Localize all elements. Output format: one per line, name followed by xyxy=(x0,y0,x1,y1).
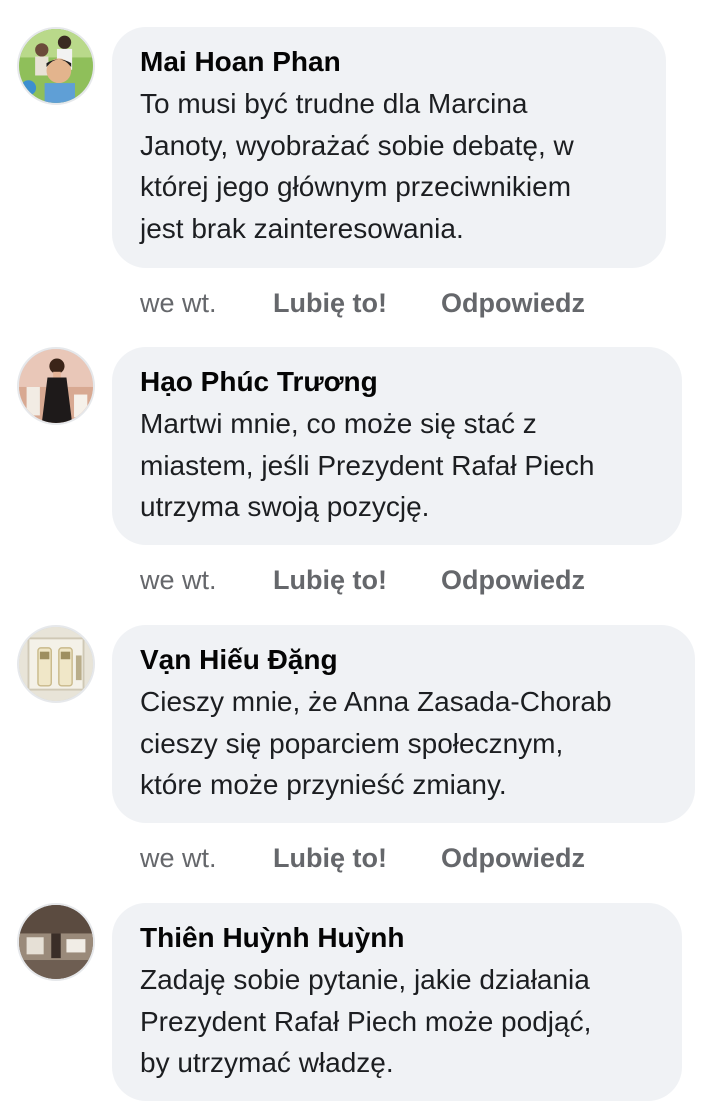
comment-text: To musi być trudne dla Marcina Janoty, w… xyxy=(140,83,646,249)
like-button[interactable]: Lubię to! xyxy=(273,560,441,600)
comment-timestamp[interactable]: we wt. xyxy=(140,560,273,600)
avatar-icon[interactable] xyxy=(17,347,95,425)
comment-timestamp[interactable]: we wt. xyxy=(140,838,273,878)
comment-actions: we wt. Lubię to! Odpowiedz xyxy=(140,838,585,878)
like-button[interactable]: Lubię to! xyxy=(273,283,441,323)
comment-text: Cieszy mnie, że Anna Zasada-Chorab ciesz… xyxy=(140,681,675,806)
comment-text-line: Janoty, wyobrażać sobie debatę, w xyxy=(140,129,574,161)
comment-text-line: Martwi mnie, co może się stać z xyxy=(140,408,537,439)
comment-bubble: Mai Hoan Phan To musi być trudne dla Mar… xyxy=(112,27,666,268)
comment-text-line: miastem, jeśli Prezydent Rafał Piech xyxy=(140,449,595,481)
comment-bubble: Vạn Hiếu Đặng Cieszy mnie, że Anna Zasad… xyxy=(112,625,695,823)
comment-text-line: To musi być trudne dla Marcina xyxy=(140,88,528,119)
avatar-icon[interactable] xyxy=(17,625,95,703)
comment-text-line: Prezydent Rafał Piech może podjąć, xyxy=(140,1005,592,1037)
comment-text-line: by utrzymać władzę. xyxy=(140,1047,394,1078)
comment-author[interactable]: Vạn Hiếu Đặng xyxy=(140,643,675,677)
like-button[interactable]: Lubię to! xyxy=(273,838,441,878)
comment-text-line: Cieszy mnie, że Anna Zasada-Chorab xyxy=(140,686,612,717)
comment-text-line: jest brak zainteresowania. xyxy=(140,212,464,244)
comment-text: Zadaję sobie pytanie, jakie działania Pr… xyxy=(140,959,662,1084)
comment-text-line: której jego głównym przeciwnikiem xyxy=(140,171,572,202)
comment-text: Martwi mnie, co może się stać z miastem,… xyxy=(140,403,662,528)
avatar-icon[interactable] xyxy=(17,27,95,105)
comment-timestamp[interactable]: we wt. xyxy=(140,283,273,323)
reply-button[interactable]: Odpowiedz xyxy=(441,838,585,878)
comment-text-line: utrzyma swoją pozycję. xyxy=(140,491,430,522)
comment-author[interactable]: Thiên Huỳnh Huỳnh xyxy=(140,921,662,955)
comment-text-line: które może przynieść zmiany. xyxy=(140,769,507,800)
comment-author[interactable]: Hạo Phúc Trương xyxy=(140,365,662,399)
comment-author[interactable]: Mai Hoan Phan xyxy=(140,45,646,79)
comment-actions: we wt. Lubię to! Odpowiedz xyxy=(140,560,585,600)
comment-bubble: Thiên Huỳnh Huỳnh Zadaję sobie pytanie, … xyxy=(112,903,682,1101)
comment-text-line: Zadaję sobie pytanie, jakie działania xyxy=(140,964,590,995)
avatar-icon[interactable] xyxy=(17,903,95,981)
reply-button[interactable]: Odpowiedz xyxy=(441,283,585,323)
comment-actions: we wt. Lubię to! Odpowiedz xyxy=(140,283,585,323)
reply-button[interactable]: Odpowiedz xyxy=(441,560,585,600)
comment-text-line: cieszy się poparciem społecznym, xyxy=(140,727,564,759)
comment-bubble: Hạo Phúc Trương Martwi mnie, co może się… xyxy=(112,347,682,545)
